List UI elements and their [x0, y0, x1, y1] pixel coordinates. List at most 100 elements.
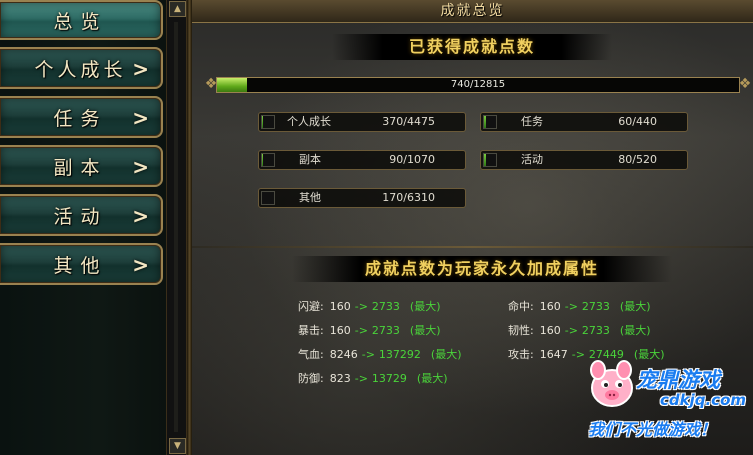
title-bar: 成就总览 [192, 0, 753, 23]
chevron-right-icon: > [132, 106, 149, 130]
attribute-name: 命中: [508, 300, 534, 313]
category-progress-box [261, 153, 275, 167]
category-progress-fill [262, 116, 263, 128]
sidebar-item-other[interactable]: 其他 > [0, 243, 163, 285]
category-value: 170/6310 [382, 191, 435, 204]
scroll-track[interactable] [174, 22, 178, 432]
attribute-row-hit: 命中: 160 -> 2733 (最大) [508, 300, 651, 314]
scroll-up-arrow-icon[interactable]: ▲ [169, 1, 186, 17]
attribute-row-hp: 气血: 8246 -> 137292 (最大) [298, 348, 462, 362]
attribute-name: 气血: [298, 348, 324, 361]
attribute-name: 暴击: [298, 324, 324, 337]
category-progress-box [483, 115, 497, 129]
page-title: 成就总览 [440, 3, 505, 19]
sidebar-item-label: 其他 [53, 254, 108, 277]
sidebar-item-label: 任务 [53, 107, 108, 130]
watermark-url: cdkjq.com [660, 391, 747, 409]
category-progress-dungeons: 副本 90/1070 [258, 150, 466, 170]
category-name: 活动 [521, 153, 543, 166]
attribute-current: 160 [329, 300, 351, 313]
attribute-note: (最大) [430, 348, 462, 361]
chevron-right-icon: > [132, 57, 149, 81]
category-value: 90/1070 [389, 153, 435, 166]
category-progress-fill [262, 154, 263, 166]
attribute-name: 防御: [298, 372, 324, 385]
arrow-icon: -> [361, 348, 375, 361]
attribute-max: 137292 [378, 348, 421, 361]
arrow-icon: -> [564, 300, 578, 313]
category-progress-fill [484, 154, 486, 166]
attribute-row-toughness: 韧性: 160 -> 2733 (最大) [508, 324, 651, 338]
attribute-max: 13729 [371, 372, 407, 385]
attribute-row-defense: 防御: 823 -> 13729 (最大) [298, 372, 448, 386]
attribute-banner-text: 成就点数为玩家永久加成属性 [364, 259, 599, 278]
sidebar-item-label: 副本 [53, 156, 108, 179]
watermark-slogan: 我们不光做游戏！ [588, 420, 717, 439]
sidebar-item-label: 个人成长 [34, 58, 127, 81]
chevron-right-icon: > [132, 253, 149, 277]
sidebar-scrollbar[interactable]: ▲ ▼ [166, 0, 187, 455]
sidebar-item-dungeons[interactable]: 副本 > [0, 145, 163, 187]
pig-mascot-icon [590, 360, 633, 407]
section-divider [192, 246, 753, 248]
attribute-current: 823 [329, 372, 351, 385]
attribute-max: 2733 [581, 324, 610, 337]
chevron-right-icon: > [132, 204, 149, 228]
category-progress-other: 其他 170/6310 [258, 188, 466, 208]
sidebar-item-personal-growth[interactable]: 个人成长 > [0, 47, 163, 89]
arrow-icon: -> [354, 324, 368, 337]
total-points-progress: ❖ 740/12815 ❖ [205, 75, 752, 95]
category-progress-fill [484, 116, 486, 128]
attribute-banner: 成就点数为玩家永久加成属性 [292, 256, 672, 282]
attribute-name: 攻击: [508, 348, 534, 361]
attribute-note: (最大) [619, 300, 651, 313]
arrow-icon: -> [354, 372, 368, 385]
chevron-right-icon: > [132, 155, 149, 179]
category-value: 80/520 [618, 153, 657, 166]
total-progress-text: 740/12815 [450, 79, 506, 90]
attribute-current: 8246 [329, 348, 358, 361]
attribute-current: 160 [329, 324, 351, 337]
attribute-note: (最大) [416, 372, 448, 385]
attribute-current: 1647 [539, 348, 568, 361]
attribute-name: 韧性: [508, 324, 534, 337]
total-progress-frame: 740/12815 [216, 77, 740, 93]
category-progress-personal-growth: 个人成长 370/4475 [258, 112, 466, 132]
attribute-row-dodge: 闪避: 160 -> 2733 (最大) [298, 300, 441, 314]
attribute-name: 闪避: [298, 300, 324, 313]
category-progress-events: 活动 80/520 [480, 150, 688, 170]
sidebar-item-overview[interactable]: 总览 [0, 0, 163, 40]
category-name: 个人成长 [287, 115, 331, 128]
attribute-note: (最大) [619, 324, 651, 337]
category-name: 任务 [521, 115, 543, 128]
attribute-current: 160 [539, 324, 561, 337]
site-watermark-logo: 宠鼎游戏 cdkjq.com 我们不光做游戏！ [580, 358, 753, 455]
points-banner-text: 已获得成就点数 [408, 37, 535, 56]
sidebar-item-quests[interactable]: 任务 > [0, 96, 163, 138]
sidebar-item-label: 活动 [53, 205, 108, 228]
attribute-max: 2733 [581, 300, 610, 313]
category-progress-box [483, 153, 497, 167]
attribute-note: (最大) [409, 300, 441, 313]
category-progress-box [261, 115, 275, 129]
category-name: 副本 [299, 153, 321, 166]
sidebar-nav: 总览 个人成长 > 任务 > 副本 > 活动 > 其他 > [0, 0, 166, 455]
scroll-down-arrow-icon[interactable]: ▼ [169, 438, 186, 454]
category-value: 370/4475 [382, 115, 435, 128]
attribute-max: 2733 [371, 324, 400, 337]
category-progress-box [261, 191, 275, 205]
arrow-icon: -> [564, 324, 578, 337]
points-banner: 已获得成就点数 [332, 34, 612, 60]
category-value: 60/440 [618, 115, 657, 128]
sidebar-item-events[interactable]: 活动 > [0, 194, 163, 236]
sidebar-item-label: 总览 [53, 10, 108, 33]
category-progress-quests: 任务 60/440 [480, 112, 688, 132]
arrow-icon: -> [354, 300, 368, 313]
category-name: 其他 [299, 191, 321, 204]
attribute-note: (最大) [409, 324, 441, 337]
attribute-current: 160 [539, 300, 561, 313]
attribute-row-crit: 暴击: 160 -> 2733 (最大) [298, 324, 441, 338]
right-ornament-icon: ❖ [738, 76, 752, 92]
attribute-max: 2733 [371, 300, 400, 313]
watermark-title: 宠鼎游戏 [636, 368, 720, 392]
